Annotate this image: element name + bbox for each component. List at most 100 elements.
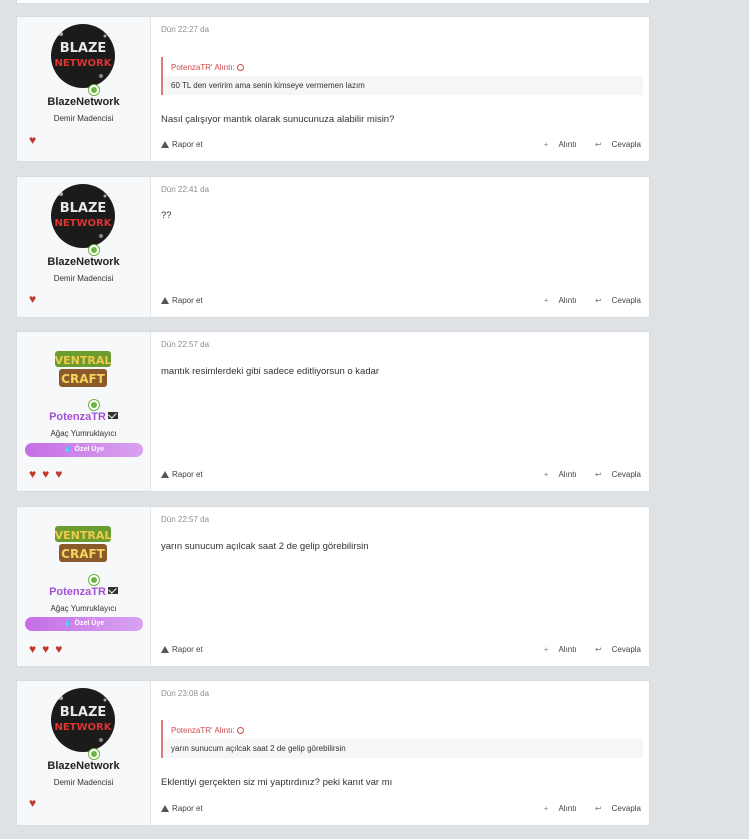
report-label: Rapor et	[172, 645, 203, 654]
avatar[interactable]: VENTRAL CRAFT	[51, 514, 117, 586]
heart-icon: ♥	[29, 467, 37, 481]
mail-icon[interactable]	[107, 412, 118, 419]
svg-text:BLAZE: BLAZE	[60, 41, 107, 56]
post: BLAZE NETWORK BlazeNetwork Demir Madenci…	[16, 680, 650, 826]
reply-label: Cevapla	[611, 296, 641, 305]
mail-icon[interactable]	[107, 587, 118, 594]
previous-post-edge	[16, 0, 650, 4]
online-status-icon	[88, 244, 100, 256]
post-author-panel: BLAZE NETWORK BlazeNetwork Demir Madenci…	[17, 17, 151, 161]
post-content: Dün 22:41 da ?? Rapor et + Alıntı ↩ Cevapl…	[151, 177, 649, 317]
quote-button[interactable]: + Alıntı	[536, 470, 577, 479]
quote-button[interactable]: + Alıntı	[536, 140, 577, 149]
username-label: PotenzaTR	[49, 411, 106, 423]
username[interactable]: BlazeNetwork	[17, 96, 150, 108]
plus-icon: +	[543, 296, 549, 305]
post-message: Eklentiyi gerçekten siz mi yaptırdınız? …	[161, 777, 393, 788]
post: VENTRAL CRAFT PotenzaTR Ağaç Yumruklayıc…	[16, 506, 650, 667]
reply-button[interactable]: ↩ Cevapla	[587, 470, 641, 479]
post-author-panel: VENTRAL CRAFT PotenzaTR Ağaç Yumruklayıc…	[17, 332, 151, 491]
post-message: ??	[161, 210, 172, 221]
badge-label: Özel Üye	[74, 446, 105, 453]
reputation-hearts: ♥	[29, 797, 36, 809]
quote-button[interactable]: + Alıntı	[536, 296, 577, 305]
report-label: Rapor et	[172, 296, 203, 305]
quote-label: Alıntı	[558, 470, 577, 479]
avatar[interactable]: VENTRAL CRAFT	[51, 339, 117, 411]
quote-author: PotenzaTR' Alıntı:	[171, 63, 235, 72]
post-date[interactable]: Dün 23:08 da	[161, 689, 209, 698]
avatar[interactable]: BLAZE NETWORK	[51, 24, 117, 96]
quote-button[interactable]: + Alıntı	[536, 645, 577, 654]
reputation-hearts: ♥ ♥ ♥	[29, 468, 62, 480]
avatar[interactable]: BLAZE NETWORK	[51, 184, 117, 256]
reputation-hearts: ♥	[29, 134, 36, 146]
quote-button[interactable]: + Alıntı	[536, 804, 577, 813]
report-button[interactable]: Rapor et	[161, 296, 203, 305]
post-date[interactable]: Dün 22:27 da	[161, 25, 209, 34]
report-label: Rapor et	[172, 470, 203, 479]
heart-icon: ♥	[29, 292, 37, 306]
report-button[interactable]: Rapor et	[161, 645, 203, 654]
heart-icon: ♥	[55, 467, 63, 481]
reply-icon: ↩	[594, 470, 602, 479]
blaze-network-logo-icon: BLAZE NETWORK	[51, 688, 115, 752]
quote-text: yarın sunucum açılcak saat 2 de gelip gö…	[163, 739, 643, 758]
username[interactable]: PotenzaTR	[17, 586, 150, 598]
post-content: Dün 22:57 da yarın sunucum açılcak saat …	[151, 507, 649, 666]
plus-icon: +	[543, 645, 549, 654]
quote-label: Alıntı	[558, 804, 577, 813]
reply-button[interactable]: ↩ Cevapla	[587, 804, 641, 813]
online-status-icon	[88, 399, 100, 411]
online-status-icon	[88, 84, 100, 96]
svg-text:CRAFT: CRAFT	[61, 372, 106, 386]
post-message: yarın sunucum açılcak saat 2 de gelip gö…	[161, 541, 369, 552]
report-button[interactable]: Rapor et	[161, 804, 203, 813]
quote-block: PotenzaTR' Alıntı: 60 TL den veririm ama…	[161, 57, 643, 95]
heart-icon: ♥	[42, 467, 50, 481]
post-message: Nasıl çalışıyor mantık olarak sunucunuza…	[161, 114, 395, 125]
username[interactable]: BlazeNetwork	[17, 760, 150, 772]
reply-button[interactable]: ↩ Cevapla	[587, 140, 641, 149]
avatar[interactable]: BLAZE NETWORK	[51, 688, 117, 760]
quote-label: Alıntı	[558, 645, 577, 654]
reply-icon: ↩	[594, 645, 602, 654]
badge-label: Özel Üye	[74, 620, 105, 627]
svg-text:VENTRAL: VENTRAL	[55, 529, 112, 542]
post-message: mantık resimlerdeki gibi sadece editliyo…	[161, 366, 380, 377]
svg-text:BLAZE: BLAZE	[60, 705, 107, 720]
user-title: Demir Madencisi	[53, 274, 114, 283]
svg-text:VENTRAL: VENTRAL	[55, 354, 112, 367]
jump-to-quote-icon[interactable]	[236, 64, 244, 71]
reply-button[interactable]: ↩ Cevapla	[587, 645, 641, 654]
heart-icon: ♥	[29, 642, 37, 656]
quote-header[interactable]: PotenzaTR' Alıntı:	[163, 720, 643, 739]
report-button[interactable]: Rapor et	[161, 470, 203, 479]
report-button[interactable]: Rapor et	[161, 140, 203, 149]
heart-icon: ♥	[42, 642, 50, 656]
heart-icon: ♥	[29, 796, 37, 810]
username[interactable]: BlazeNetwork	[17, 256, 150, 268]
post-content: Dün 22:57 da mantık resimlerdeki gibi sa…	[151, 332, 649, 491]
blaze-network-logo-icon: BLAZE NETWORK	[51, 24, 115, 88]
report-label: Rapor et	[172, 140, 203, 149]
quote-block: PotenzaTR' Alıntı: yarın sunucum açılcak…	[161, 720, 643, 758]
post: BLAZE NETWORK BlazeNetwork Demir Madenci…	[16, 176, 650, 318]
post-author-panel: BLAZE NETWORK BlazeNetwork Demir Madenci…	[17, 177, 151, 317]
ventral-craft-logo-icon: VENTRAL CRAFT	[51, 514, 115, 578]
user-title: Ağaç Yumruklayıcı	[50, 604, 117, 613]
post: VENTRAL CRAFT PotenzaTR Ağaç Yumruklayıc…	[16, 331, 650, 492]
quote-header[interactable]: PotenzaTR' Alıntı:	[163, 57, 643, 76]
reply-button[interactable]: ↩ Cevapla	[587, 296, 641, 305]
vip-badge: 💧 Özel Üye	[25, 617, 143, 631]
post-date[interactable]: Dün 22:57 da	[161, 515, 209, 524]
jump-to-quote-icon[interactable]	[236, 727, 244, 734]
username[interactable]: PotenzaTR	[17, 411, 150, 423]
post-date[interactable]: Dün 22:57 da	[161, 340, 209, 349]
plus-icon: +	[543, 140, 549, 149]
vip-badge: 💧 Özel Üye	[25, 443, 143, 457]
report-label: Rapor et	[172, 804, 203, 813]
warning-icon	[161, 646, 169, 653]
heart-icon: ♥	[55, 642, 63, 656]
post-date[interactable]: Dün 22:41 da	[161, 185, 209, 194]
